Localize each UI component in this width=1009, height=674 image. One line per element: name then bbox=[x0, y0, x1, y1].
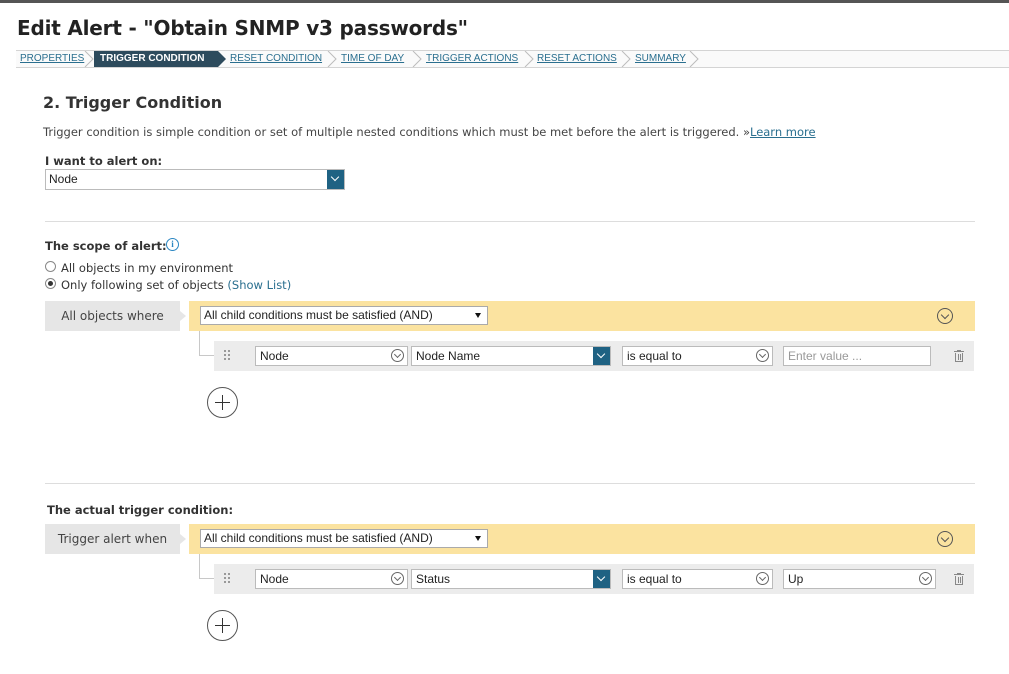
trigger-object-value: Node bbox=[260, 572, 289, 586]
divider bbox=[45, 483, 975, 484]
learn-more-link[interactable]: Learn more bbox=[750, 125, 816, 139]
section-title: 2. Trigger Condition bbox=[43, 93, 223, 112]
drag-handle-icon[interactable] bbox=[224, 350, 232, 362]
step-trigger-actions[interactable]: TRIGGER ACTIONS bbox=[426, 51, 518, 67]
trigger-value-value: Up bbox=[788, 572, 804, 586]
alert-on-label: I want to alert on: bbox=[45, 154, 163, 168]
wizard-steps: PROPERTIES TRIGGER CONDITION RESET CONDI… bbox=[16, 50, 1009, 68]
drag-handle-icon[interactable] bbox=[224, 573, 232, 585]
radio-following-objects[interactable] bbox=[45, 278, 56, 289]
info-icon[interactable]: i bbox=[166, 238, 179, 251]
description-text: Trigger condition is simple condition or… bbox=[43, 125, 740, 139]
show-list-link[interactable]: (Show List) bbox=[227, 278, 291, 292]
chevron-down-icon[interactable] bbox=[391, 349, 404, 362]
scope-value-input[interactable]: Enter value ... bbox=[783, 346, 931, 366]
radio-all-objects-label: All objects in my environment bbox=[61, 261, 234, 275]
scope-label: The scope of alert: bbox=[45, 239, 167, 253]
trigger-group-label: Trigger alert when bbox=[45, 524, 186, 554]
collapse-icon[interactable] bbox=[937, 531, 953, 547]
step-separator-icon bbox=[689, 51, 699, 67]
scope-group-bar: All child conditions must be satisfied (… bbox=[189, 301, 975, 331]
scope-object-select[interactable]: Node bbox=[255, 346, 408, 366]
chevron-down-icon[interactable] bbox=[593, 570, 610, 588]
scope-operator-value: is equal to bbox=[627, 349, 682, 363]
dropdown-triangle-icon bbox=[475, 536, 481, 541]
chevron-down-icon[interactable] bbox=[327, 170, 344, 189]
page-title: Edit Alert - "Obtain SNMP v3 passwords" bbox=[17, 16, 468, 40]
trigger-field-value: Status bbox=[416, 572, 451, 586]
chevron-down-icon[interactable] bbox=[756, 572, 769, 585]
scope-condition-row: Node Node Name is equal to Enter value .… bbox=[214, 341, 974, 371]
trigger-field-select[interactable]: Status bbox=[411, 569, 611, 589]
scope-group-label: All objects where bbox=[45, 301, 186, 331]
trigger-group-bar: All child conditions must be satisfied (… bbox=[189, 524, 975, 554]
learn-more-prefix: » bbox=[742, 125, 750, 139]
scope-group-operator-select[interactable]: All child conditions must be satisfied (… bbox=[200, 306, 488, 325]
tree-branch bbox=[199, 578, 214, 579]
scope-field-select[interactable]: Node Name bbox=[411, 346, 611, 366]
trigger-group-operator-select[interactable]: All child conditions must be satisfied (… bbox=[200, 529, 488, 548]
trigger-label: The actual trigger condition: bbox=[47, 503, 234, 517]
scope-operator-select[interactable]: is equal to bbox=[622, 346, 773, 366]
trigger-operator-select[interactable]: is equal to bbox=[622, 569, 773, 589]
radio-all-objects[interactable] bbox=[45, 261, 56, 272]
chevron-down-icon[interactable] bbox=[919, 572, 932, 585]
add-trigger-condition-button[interactable] bbox=[207, 610, 238, 641]
step-separator-icon bbox=[84, 51, 94, 67]
step-summary[interactable]: SUMMARY bbox=[635, 51, 686, 67]
step-separator-icon bbox=[327, 51, 337, 67]
step-separator-icon bbox=[621, 51, 631, 67]
scope-group-operator-value: All child conditions must be satisfied (… bbox=[204, 308, 433, 322]
trigger-condition-row: Node Status is equal to Up bbox=[214, 564, 974, 594]
divider bbox=[45, 221, 975, 222]
scope-object-value: Node bbox=[260, 349, 289, 363]
trigger-group-operator-value: All child conditions must be satisfied (… bbox=[204, 531, 433, 545]
top-border bbox=[0, 0, 1009, 3]
step-reset-condition[interactable]: RESET CONDITION bbox=[230, 51, 322, 67]
trigger-object-select[interactable]: Node bbox=[255, 569, 408, 589]
tree-line bbox=[199, 554, 200, 579]
dropdown-triangle-icon bbox=[475, 313, 481, 318]
scope-field-value: Node Name bbox=[416, 349, 481, 363]
collapse-icon[interactable] bbox=[937, 308, 953, 324]
trigger-operator-value: is equal to bbox=[627, 572, 682, 586]
radio-following-objects-text: Only following set of objects bbox=[61, 278, 224, 292]
trash-icon[interactable] bbox=[954, 350, 964, 362]
step-trigger-condition[interactable]: TRIGGER CONDITION bbox=[94, 51, 226, 67]
chevron-down-icon[interactable] bbox=[756, 349, 769, 362]
chevron-down-icon[interactable] bbox=[391, 572, 404, 585]
step-reset-actions[interactable]: RESET ACTIONS bbox=[537, 51, 617, 67]
tree-branch bbox=[199, 355, 214, 356]
trigger-value-select[interactable]: Up bbox=[783, 569, 936, 589]
add-scope-condition-button[interactable] bbox=[207, 387, 238, 418]
section-description: Trigger condition is simple condition or… bbox=[43, 125, 816, 139]
chevron-down-icon[interactable] bbox=[593, 347, 610, 365]
step-time-of-day[interactable]: TIME OF DAY bbox=[341, 51, 404, 67]
step-separator-icon bbox=[412, 51, 422, 67]
trash-icon[interactable] bbox=[954, 573, 964, 585]
step-separator-icon bbox=[524, 51, 534, 67]
alert-on-select[interactable]: Node bbox=[45, 169, 345, 190]
radio-following-objects-label: Only following set of objects (Show List… bbox=[61, 278, 291, 292]
step-properties[interactable]: PROPERTIES bbox=[20, 51, 84, 67]
tree-line bbox=[199, 331, 200, 356]
alert-on-value: Node bbox=[49, 172, 78, 186]
